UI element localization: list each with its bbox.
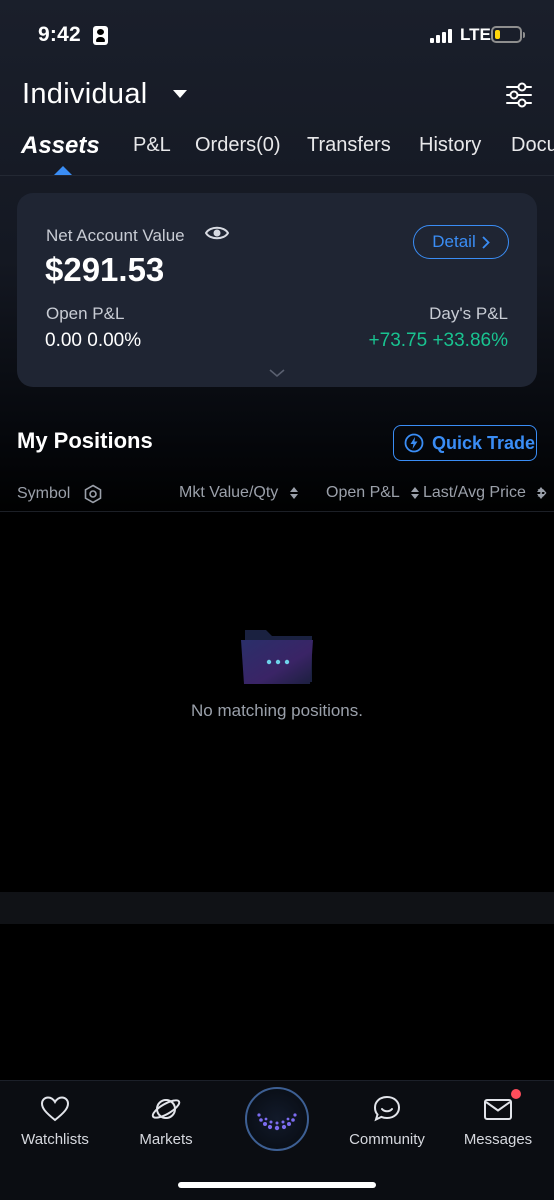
chevron-right-icon (482, 235, 490, 249)
column-last-avg-price[interactable]: Last/Avg Price (423, 484, 546, 502)
days-pl-label: Day's P&L (429, 304, 508, 323)
column-open-pl[interactable]: Open P&L (326, 484, 420, 502)
nav-messages-label: Messages (463, 1131, 533, 1148)
account-summary-card: Net Account Value $291.53 Detail Open P&… (17, 193, 537, 387)
heart-icon (40, 1096, 70, 1122)
nav-home-logo-button[interactable] (245, 1087, 309, 1151)
tab-assets[interactable]: Assets (21, 132, 100, 160)
tab-orders[interactable]: Orders(0) (195, 134, 281, 157)
status-time: 9:42 (38, 23, 81, 46)
empty-state-message: No matching positions. (191, 701, 363, 720)
home-indicator[interactable] (178, 1182, 376, 1188)
network-type: LTE (460, 25, 491, 44)
nav-messages[interactable]: Messages (443, 1093, 553, 1148)
column-mkt-value[interactable]: Mkt Value/Qty (179, 484, 299, 502)
column-mkt-value-label: Mkt Value/Qty (179, 484, 279, 501)
nav-markets[interactable]: Markets (111, 1093, 221, 1148)
net-account-value: $291.53 (45, 251, 165, 288)
nav-watchlists[interactable]: Watchlists (0, 1093, 110, 1148)
detail-button-label: Detail (432, 232, 476, 251)
positions-title: My Positions (17, 428, 153, 453)
empty-folder-icon (241, 630, 313, 684)
quick-trade-button[interactable]: Quick Trade (393, 425, 537, 461)
account-selector[interactable]: Individual (22, 78, 148, 111)
tab-pl[interactable]: P&L (133, 134, 171, 157)
nav-community[interactable]: Community (332, 1093, 442, 1148)
tab-history[interactable]: History (419, 134, 481, 157)
app-screen: 9:42 LTE Individual Assets P&L Orders(0)… (0, 0, 554, 1200)
hexagon-settings-icon[interactable] (83, 484, 103, 504)
nav-watchlists-label: Watchlists (21, 1131, 89, 1148)
planet-icon (151, 1099, 181, 1119)
column-symbol-label: Symbol (17, 485, 71, 503)
more-columns-icon[interactable]: » (537, 482, 547, 503)
active-tab-indicator (54, 166, 72, 175)
dropdown-caret-icon[interactable] (173, 90, 187, 98)
quick-trade-label: Quick Trade (432, 432, 536, 453)
tab-transfers[interactable]: Transfers (307, 134, 391, 157)
eye-icon[interactable] (205, 223, 229, 243)
open-pl-label: Open P&L (46, 304, 125, 323)
status-bar: 9:42 LTE (0, 0, 554, 70)
sort-icon (410, 486, 419, 499)
nav-markets-label: Markets (139, 1131, 193, 1148)
filter-settings-icon[interactable] (505, 82, 533, 108)
notification-badge (511, 1089, 521, 1099)
nav-community-label: Community (349, 1131, 425, 1148)
logo-icon (257, 1113, 297, 1131)
tab-documents[interactable]: Docu (511, 134, 554, 157)
net-account-value-label: Net Account Value (46, 226, 185, 245)
days-pl-value: +73.75 +33.86% (368, 330, 508, 351)
positions-column-header: Symbol Mkt Value/Qty Open P&L Last/Avg P… (0, 478, 554, 512)
section-divider (0, 892, 554, 924)
chat-bubble-icon (373, 1095, 401, 1122)
open-pl-value: 0.00 0.00% (45, 330, 142, 351)
battery-icon (491, 26, 525, 43)
column-last-avg-price-label: Last/Avg Price (423, 484, 526, 501)
chevron-down-icon[interactable] (269, 368, 285, 378)
tab-bar: Assets P&L Orders(0) Transfers History D… (0, 130, 554, 176)
lightning-icon (404, 433, 424, 453)
cellular-signal-icon (430, 28, 454, 43)
sort-icon (289, 486, 298, 499)
contact-card-icon (93, 26, 108, 45)
column-open-pl-label: Open P&L (326, 484, 400, 501)
envelope-icon (484, 1099, 512, 1120)
detail-button[interactable]: Detail (413, 225, 509, 259)
column-symbol[interactable]: Symbol (17, 484, 103, 504)
